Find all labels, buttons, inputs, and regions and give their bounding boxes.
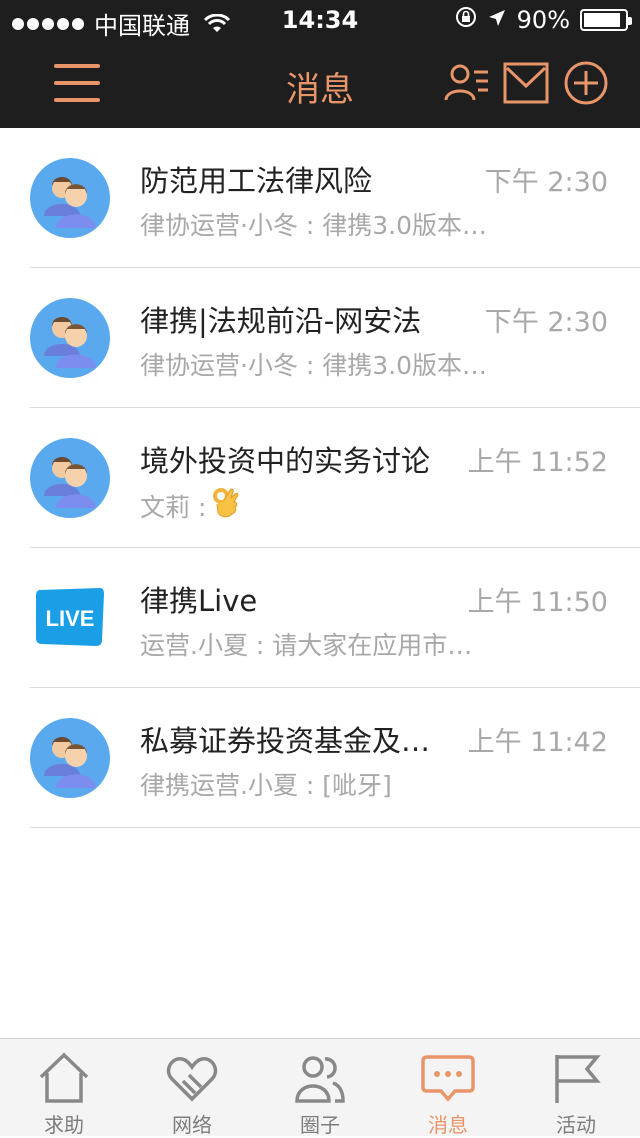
- message-item[interactable]: 防范用工法律风险 下午 2:30 律协运营·小冬 : 律携3.0版本…: [0, 128, 640, 268]
- mail-icon[interactable]: [503, 60, 549, 110]
- message-time: 下午 2:30: [484, 307, 608, 338]
- divider: [30, 827, 640, 828]
- location-arrow-icon: [487, 6, 507, 34]
- message-item[interactable]: LIVE 律携Live 上午 11:50 运营.小夏 : 请大家在应用市…: [0, 548, 640, 688]
- message-preview: 律携运营.小夏 : [呲牙]: [140, 771, 392, 800]
- group-avatar-icon: [30, 158, 110, 238]
- tab-network[interactable]: 网络: [128, 1039, 256, 1137]
- message-time: 上午 11:50: [467, 587, 608, 618]
- contacts-list-icon[interactable]: [444, 60, 490, 110]
- add-circle-icon[interactable]: [563, 60, 609, 110]
- tab-label: 网络: [172, 1113, 212, 1137]
- message-time: 上午 11:42: [467, 727, 608, 758]
- message-title: 律携|法规前沿-网安法: [140, 304, 422, 338]
- status-bar: 中国联通 14:34 90%: [0, 0, 640, 40]
- tab-label: 求助: [44, 1113, 84, 1137]
- tab-messages[interactable]: 消息: [384, 1039, 512, 1137]
- battery-percent: 90%: [516, 6, 570, 34]
- battery-level: [584, 13, 620, 27]
- message-title: 防范用工法律风险: [140, 164, 373, 198]
- tab-help[interactable]: 求助: [0, 1039, 128, 1137]
- message-preview: 文莉 :: [140, 493, 207, 522]
- tab-circle[interactable]: 圈子: [256, 1039, 384, 1137]
- message-preview: 律协运营·小冬 : 律携3.0版本…: [140, 351, 488, 380]
- group-avatar-icon: [30, 298, 110, 378]
- message-item[interactable]: 律携|法规前沿-网安法 下午 2:30 律协运营·小冬 : 律携3.0版本…: [0, 268, 640, 408]
- message-list: 防范用工法律风险 下午 2:30 律协运营·小冬 : 律携3.0版本… 律携|法…: [0, 128, 640, 828]
- chat-bubble-icon: [421, 1055, 475, 1102]
- top-header: 中国联通 14:34 90% 消息: [0, 0, 640, 128]
- tab-label: 活动: [556, 1113, 596, 1137]
- home-icon: [39, 1052, 89, 1103]
- message-title: 私募证券投资基金及…: [140, 724, 431, 758]
- message-time: 上午 11:52: [467, 447, 608, 478]
- message-item[interactable]: 私募证券投资基金及… 上午 11:42 律携运营.小夏 : [呲牙]: [0, 688, 640, 828]
- ok-hand-emoji: [210, 486, 240, 526]
- tab-activity[interactable]: 活动: [512, 1039, 640, 1137]
- message-title: 境外投资中的实务讨论: [140, 444, 431, 478]
- tab-label: 圈子: [300, 1113, 340, 1137]
- tab-label: 消息: [428, 1113, 468, 1137]
- group-avatar-icon: [30, 718, 110, 798]
- live-logo-text: LIVE: [46, 606, 95, 631]
- live-logo-icon: LIVE: [34, 586, 106, 648]
- message-preview: 律协运营·小冬 : 律携3.0版本…: [140, 211, 488, 240]
- message-item[interactable]: 境外投资中的实务讨论 上午 11:52 文莉 :: [0, 408, 640, 548]
- rotation-lock-icon: [455, 6, 477, 34]
- message-preview: 运营.小夏 : 请大家在应用市…: [140, 631, 473, 660]
- message-time: 下午 2:30: [484, 167, 608, 198]
- flag-icon: [555, 1055, 601, 1103]
- message-title: 律携Live: [140, 584, 258, 618]
- nav-bar: 消息: [0, 40, 640, 128]
- bottom-tab-bar: 求助 网络 圈子 消息 活动: [0, 1038, 640, 1137]
- battery-icon: [580, 9, 632, 31]
- people-icon: [295, 1056, 345, 1103]
- heart-link-icon: [166, 1057, 218, 1102]
- group-avatar-icon: [30, 438, 110, 518]
